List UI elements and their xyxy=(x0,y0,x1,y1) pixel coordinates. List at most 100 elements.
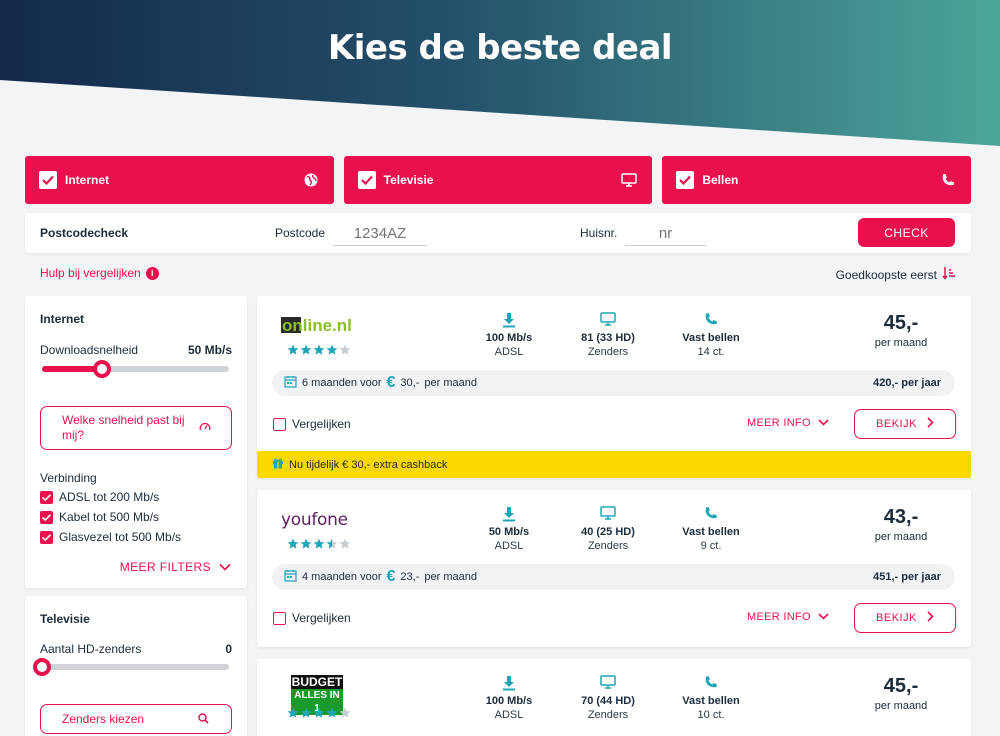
star-filled-icon xyxy=(287,538,299,552)
more-filters-toggle[interactable]: MEER FILTERS xyxy=(120,560,231,574)
checkbox-checked-icon[interactable] xyxy=(40,510,53,524)
category-label: Televisie xyxy=(383,173,434,187)
speed-slider-handle[interactable] xyxy=(92,360,111,378)
star-filled-icon xyxy=(300,538,312,552)
chevron-right-icon xyxy=(927,611,934,625)
promo-suffix: per maand xyxy=(424,377,477,389)
sort-label: Goedkoopste eerst xyxy=(835,267,937,282)
phone-icon xyxy=(661,312,761,328)
promo-duration: 4 maanden voor xyxy=(302,571,382,583)
chevron-down-icon xyxy=(818,611,829,623)
download-icon xyxy=(459,506,559,522)
speed-type: ADSL xyxy=(494,540,524,552)
monitor-icon xyxy=(620,171,638,189)
speed-slider[interactable] xyxy=(42,360,229,378)
speed-label: Downloadsnelheid xyxy=(40,343,139,357)
feature-calling: Vast bellen 10 ct. xyxy=(661,675,761,721)
house-number-input[interactable] xyxy=(625,222,706,246)
page-title: Kies de beste deal xyxy=(327,28,673,68)
star-filled-icon xyxy=(326,707,338,721)
checkbox-checked-icon[interactable] xyxy=(676,171,695,189)
connection-option-kabel[interactable]: Kabel tot 500 Mb/s xyxy=(40,510,159,524)
star-filled-icon xyxy=(300,344,312,358)
speed-help-button[interactable]: Welke snelheid past bij mij? xyxy=(40,406,232,450)
channels-button[interactable]: Zenders kiezen xyxy=(40,704,232,734)
help-compare-link[interactable]: Hulp bij vergelijken i xyxy=(40,266,159,280)
check-button[interactable]: CHECK xyxy=(858,218,955,247)
phone-icon xyxy=(661,506,761,522)
yearly-price: 420,- per jaar xyxy=(873,377,941,389)
checkbox-checked-icon[interactable] xyxy=(40,530,53,544)
phone-icon xyxy=(661,675,761,691)
star-empty-icon xyxy=(339,538,351,552)
view-deal-label: BEKIJK xyxy=(876,418,917,430)
hero-background xyxy=(0,0,1000,146)
price-period: per maand xyxy=(874,337,928,349)
provider-logo-online: online.nl xyxy=(281,314,355,339)
checkbox-checked-icon[interactable] xyxy=(40,490,53,504)
star-filled-icon xyxy=(287,344,299,358)
chevron-down-icon xyxy=(219,560,231,574)
deal-card: online.nl 100 Mb/s ADSL 81 (33 HD) Zende… xyxy=(257,296,971,478)
promo-duration: 6 maanden voor xyxy=(302,377,382,389)
speed-row: Downloadsnelheid 50 Mb/s xyxy=(40,343,232,357)
cashback-text: Nu tijdelijk € 30,- extra cashback xyxy=(289,458,448,471)
checkbox-checked-icon[interactable] xyxy=(357,171,376,189)
provider-logo-text: youfone xyxy=(281,510,348,530)
euro-icon: € xyxy=(386,568,396,585)
view-deal-button[interactable]: BEKIJK xyxy=(854,409,956,439)
star-empty-icon xyxy=(339,344,351,358)
category-label: Bellen xyxy=(702,173,739,187)
postcode-check-title: Postcodecheck xyxy=(40,226,129,240)
category-televisie[interactable]: Televisie xyxy=(343,156,653,204)
star-filled-icon xyxy=(313,344,325,358)
view-deal-button[interactable]: BEKIJK xyxy=(854,603,956,633)
channels-value: 70 (44 HD) xyxy=(581,695,635,707)
postcode-input[interactable] xyxy=(333,222,427,246)
sort-dropdown[interactable]: Goedkoopste eerst xyxy=(836,266,956,283)
globe-icon xyxy=(302,171,320,189)
hd-label: Aantal HD-zenders xyxy=(40,642,142,656)
promo-row: 6 maanden voor € 30,- per maand 420,- pe… xyxy=(272,370,955,396)
feature-channels: 40 (25 HD) Zenders xyxy=(558,506,658,552)
connection-option-glasvezel[interactable]: Glasvezel tot 500 Mb/s xyxy=(40,530,181,544)
calling-value: Vast bellen xyxy=(682,526,740,538)
category-internet[interactable]: Internet xyxy=(25,156,334,204)
hd-slider-handle[interactable] xyxy=(33,658,51,676)
connection-label: Verbinding xyxy=(40,471,97,485)
compare-checkbox[interactable]: Vergelijken xyxy=(273,611,351,625)
sort-icon xyxy=(942,266,956,283)
star-filled-icon xyxy=(300,707,312,721)
deal-card: youfone 50 Mb/s ADSL 40 (25 HD) Zenders … xyxy=(257,490,971,647)
price-value: 43,- xyxy=(883,506,919,528)
price-value: 45,- xyxy=(883,312,919,334)
feature-speed: 100 Mb/s ADSL xyxy=(459,675,559,721)
checkbox-checked-icon[interactable] xyxy=(39,171,57,189)
channels-button-label: Zenders kiezen xyxy=(62,712,145,726)
speed-value: 50 Mb/s xyxy=(187,343,232,357)
category-tiles: Internet Televisie Bellen xyxy=(25,156,972,204)
speed-help-label: Welke snelheid past bij mij? xyxy=(62,413,185,442)
category-bellen[interactable]: Bellen xyxy=(662,156,972,204)
info-icon: i xyxy=(145,266,159,280)
checkbox-unchecked-icon[interactable] xyxy=(273,611,286,625)
category-label: Internet xyxy=(65,173,110,187)
channels-label: Zenders xyxy=(587,540,629,552)
download-icon xyxy=(459,312,559,328)
hd-slider[interactable] xyxy=(33,658,229,676)
connection-option-adsl[interactable]: ADSL tot 200 Mb/s xyxy=(40,490,159,504)
star-filled-icon xyxy=(313,707,325,721)
feature-speed: 100 Mb/s ADSL xyxy=(459,312,559,358)
cashback-banner: Nu tijdelijk € 30,- extra cashback xyxy=(257,451,971,478)
speed-type: ADSL xyxy=(494,346,524,358)
compare-label: Vergelijken xyxy=(292,611,351,625)
checkbox-unchecked-icon[interactable] xyxy=(273,417,286,431)
promo-price: 30,- xyxy=(400,377,420,389)
more-info-label: MEER INFO xyxy=(747,611,811,623)
channels-value: 40 (25 HD) xyxy=(581,526,635,538)
more-info-toggle[interactable]: MEER INFO xyxy=(747,417,829,429)
more-info-toggle[interactable]: MEER INFO xyxy=(747,611,829,623)
feature-calling: Vast bellen 14 ct. xyxy=(661,312,761,358)
speed-value: 100 Mb/s xyxy=(485,695,533,707)
compare-checkbox[interactable]: Vergelijken xyxy=(273,417,351,431)
